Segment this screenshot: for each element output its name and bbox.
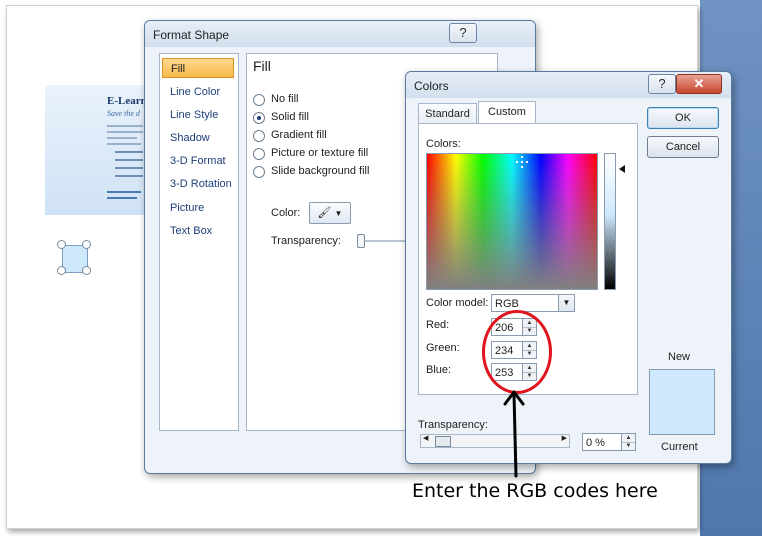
nav-item-line-style[interactable]: Line Style xyxy=(162,105,234,125)
nav-item-line-color[interactable]: Line Color xyxy=(162,82,234,102)
transparency-input[interactable]: 0 % ▲ ▼ xyxy=(582,433,636,451)
thumbnail-text-line xyxy=(107,191,141,193)
format-shape-titlebar: Format Shape ? xyxy=(145,21,535,47)
spin-down-icon[interactable]: ▼ xyxy=(622,442,635,450)
thumbnail-tagline: Save the d xyxy=(107,109,140,118)
chevron-down-icon: ▼ xyxy=(334,209,343,218)
radio-no-fill[interactable] xyxy=(253,94,265,106)
color-model-value: RGB xyxy=(495,298,519,310)
tab-custom[interactable]: Custom xyxy=(478,101,536,124)
transparency-label: Transparency: xyxy=(271,235,341,247)
chevron-down-icon[interactable]: ▼ xyxy=(558,295,574,311)
resize-handle[interactable] xyxy=(82,266,91,275)
transparency-slider[interactable] xyxy=(357,234,365,248)
fill-heading: Fill xyxy=(253,58,271,74)
colors-transparency-slider[interactable]: ◀ ▶ xyxy=(420,434,570,448)
resize-handle[interactable] xyxy=(57,240,66,249)
current-label: Current xyxy=(661,441,698,453)
colors-title: Colors xyxy=(414,79,449,93)
cancel-button[interactable]: Cancel xyxy=(647,136,719,158)
thumbnail-bullet xyxy=(115,159,143,161)
thumbnail-bullet xyxy=(115,167,143,169)
thumbnail-text-line xyxy=(107,143,141,145)
label-solid-fill: Solid fill xyxy=(271,111,309,123)
nav-item-text-box[interactable]: Text Box xyxy=(162,221,234,241)
new-label: New xyxy=(668,351,691,363)
color-picker-button[interactable]: 🖌 ▼ xyxy=(309,202,351,224)
colors-label: Colors: xyxy=(426,138,461,150)
luminance-arrow-icon[interactable] xyxy=(619,165,625,173)
crosshair-icon xyxy=(516,156,528,168)
color-preview-swatch xyxy=(649,369,715,435)
radio-gradient-fill[interactable] xyxy=(253,130,265,142)
color-model-select[interactable]: RGB ▼ xyxy=(491,294,575,312)
transparency-value: 0 % xyxy=(586,437,605,449)
scroll-left-icon[interactable]: ◀ xyxy=(423,434,428,442)
help-button[interactable]: ? xyxy=(449,23,477,43)
paint-bucket-icon: 🖌 xyxy=(317,207,332,219)
resize-handle[interactable] xyxy=(57,266,66,275)
colors-dialog: Colors ? ✕ Standard Custom Colors: Color… xyxy=(405,71,732,464)
label-gradient-fill: Gradient fill xyxy=(271,129,327,141)
nav-item-shadow[interactable]: Shadow xyxy=(162,128,234,148)
color-model-label: Color model: xyxy=(426,297,489,309)
nav-item-picture[interactable]: Picture xyxy=(162,198,234,218)
red-label: Red: xyxy=(426,319,450,331)
ok-button[interactable]: OK xyxy=(647,107,719,129)
color-spectrum[interactable] xyxy=(426,153,598,290)
thumbnail-text-line xyxy=(107,125,143,127)
highlight-ellipse xyxy=(482,310,552,394)
format-shape-title: Format Shape xyxy=(153,28,230,42)
close-button[interactable]: ✕ xyxy=(676,74,722,94)
nav-item-3d-rotation[interactable]: 3-D Rotation xyxy=(162,174,234,194)
colors-help-button[interactable]: ? xyxy=(648,74,676,94)
annotation-text: Enter the RGB codes here xyxy=(412,480,658,502)
scroll-right-icon[interactable]: ▶ xyxy=(562,434,567,442)
radio-solid-fill[interactable] xyxy=(253,112,265,124)
transparency-spinner[interactable]: ▲ ▼ xyxy=(621,434,635,450)
thumbnail-bullet xyxy=(115,175,143,177)
label-no-fill: No fill xyxy=(271,93,299,105)
thumbnail-title: E-Learn xyxy=(107,95,145,107)
thumbnail-text-line xyxy=(107,137,137,139)
green-label: Green: xyxy=(426,342,460,354)
slider-thumb[interactable] xyxy=(435,436,451,447)
radio-background-fill[interactable] xyxy=(253,166,265,178)
colors-transparency-label: Transparency: xyxy=(418,419,488,431)
label-picture-fill: Picture or texture fill xyxy=(271,147,369,159)
format-shape-nav-list: Fill Line Color Line Style Shadow 3-D Fo… xyxy=(159,53,239,431)
blue-label: Blue: xyxy=(426,364,452,376)
radio-picture-fill[interactable] xyxy=(253,148,265,160)
colors-titlebar: Colors ? ✕ xyxy=(406,72,731,98)
thumbnail-bullet xyxy=(115,151,143,153)
luminance-bar[interactable] xyxy=(604,153,616,290)
nav-item-fill[interactable]: Fill xyxy=(162,58,234,78)
thumbnail-text-line xyxy=(107,131,143,133)
slide-thumbnail-image: E-Learn Save the d xyxy=(45,85,145,215)
resize-handle[interactable] xyxy=(82,240,91,249)
nav-item-3d-format[interactable]: 3-D Format xyxy=(162,151,234,171)
color-label: Color: xyxy=(271,207,301,219)
thumbnail-text-line xyxy=(107,197,137,199)
label-background-fill: Slide background fill xyxy=(271,165,370,177)
screenshot-page: E-Learn Save the d Format Shape ? Fill L… xyxy=(0,0,762,536)
annotation-arrow xyxy=(503,390,525,478)
tab-standard[interactable]: Standard xyxy=(418,103,477,124)
